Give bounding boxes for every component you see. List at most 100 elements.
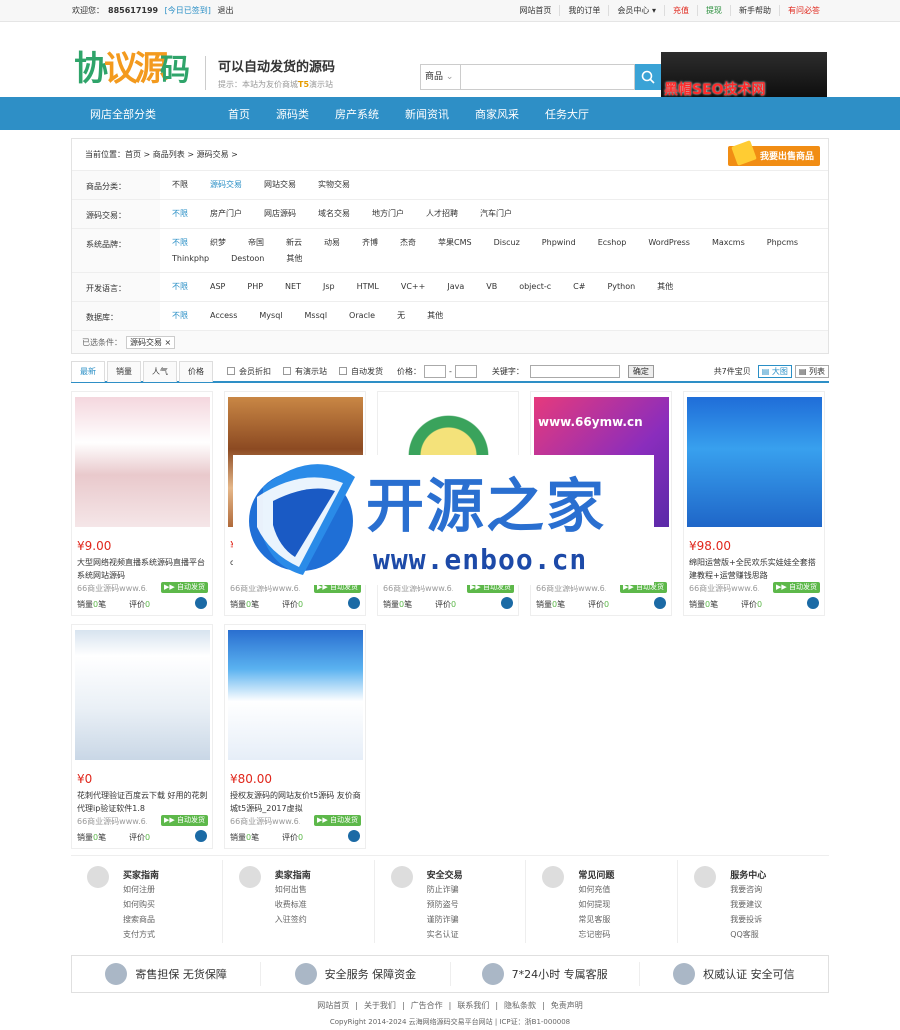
footer-link[interactable]: 网站首页: [317, 1001, 349, 1010]
all-categories[interactable]: 网店全部分类: [0, 106, 160, 122]
help-link[interactable]: 我要咨询: [730, 884, 762, 895]
filter-option[interactable]: Maxcms: [712, 235, 745, 251]
filter-option[interactable]: 不限: [172, 308, 188, 325]
qq-contact-icon[interactable]: [807, 597, 819, 609]
filter-option[interactable]: 不限: [172, 235, 188, 251]
filter-option[interactable]: NET: [285, 279, 301, 296]
footer-link[interactable]: 关于我们: [364, 1001, 396, 1010]
filter-option[interactable]: 网店源码: [264, 206, 296, 223]
qq-contact-icon[interactable]: [195, 830, 207, 842]
product-shop[interactable]: 66商业源码www.6...: [689, 583, 759, 594]
view-list-button[interactable]: ▤ 列表: [794, 364, 829, 378]
member-discount-checkbox[interactable]: 会员折扣: [227, 366, 271, 377]
product-image[interactable]: [228, 630, 363, 760]
product-title[interactable]: 花刺代理验证百度云下载 好用的花刺代理ip验证软件1.8: [77, 789, 209, 815]
price-min-input[interactable]: [424, 364, 446, 378]
filter-option[interactable]: 域名交易: [318, 206, 350, 223]
product-card[interactable]: ¥9.00 大型网络视频直播系统源码直播平台系统网站源码 66商业源码www.6..…: [71, 391, 213, 616]
help-link[interactable]: 支付方式: [123, 929, 155, 940]
filter-option[interactable]: 其他: [657, 279, 673, 296]
footer-link[interactable]: 联系我们: [457, 1001, 489, 1010]
filter-option[interactable]: Destoon: [231, 251, 264, 267]
help-link[interactable]: 如何充值: [578, 884, 610, 895]
product-title[interactable]: 绵阳运营版+全民欢乐实娃娃全套搭建教程+运营赚钱思路: [689, 556, 821, 582]
help-link[interactable]: 我要建议: [730, 899, 762, 910]
filter-option[interactable]: 不限: [172, 177, 188, 194]
help-link[interactable]: 我要投诉: [730, 914, 762, 925]
help-link[interactable]: 如何购买: [123, 899, 155, 910]
footer-link[interactable]: 免责声明: [551, 1001, 583, 1010]
filter-option[interactable]: Thinkphp: [172, 251, 209, 267]
filter-option[interactable]: 齐博: [362, 235, 378, 251]
filter-option[interactable]: ASP: [210, 279, 225, 296]
sort-newest[interactable]: 最新: [71, 360, 105, 382]
filter-option[interactable]: Discuz: [494, 235, 520, 251]
help-link[interactable]: 实名认证: [427, 929, 459, 940]
help-link[interactable]: 常见客服: [578, 914, 610, 925]
nav-news[interactable]: 新闻资讯: [405, 106, 449, 122]
filter-option[interactable]: WordPress: [648, 235, 690, 251]
filter-option[interactable]: Python: [607, 279, 635, 296]
product-image[interactable]: [75, 630, 210, 760]
qq-contact-icon[interactable]: [654, 597, 666, 609]
top-link-member[interactable]: 会员中心 ▾: [608, 5, 664, 16]
product-title[interactable]: 授权友源码的网站友价t5源码 友价商城t5源码_2017虚拟: [230, 789, 362, 815]
filter-option[interactable]: Ecshop: [598, 235, 627, 251]
filter-option[interactable]: Java: [447, 279, 464, 296]
help-link[interactable]: 收费标准: [275, 899, 307, 910]
help-link[interactable]: 如何提现: [578, 899, 610, 910]
footer-link[interactable]: 隐私条款: [504, 1001, 536, 1010]
filter-option[interactable]: Oracle: [349, 308, 375, 325]
sort-popularity[interactable]: 人气: [143, 360, 177, 382]
selected-tag[interactable]: 源码交易 ×: [126, 335, 176, 349]
filter-option[interactable]: 实物交易: [318, 177, 350, 194]
banner-ad[interactable]: 黑帽SEO技术网: [661, 52, 827, 103]
checkin-link[interactable]: [今日已签到]: [165, 6, 211, 15]
filter-option[interactable]: 房产门户: [210, 206, 242, 223]
help-link[interactable]: 防止诈骗: [427, 884, 459, 895]
confirm-button[interactable]: 确定: [627, 364, 654, 378]
filter-option[interactable]: Mysql: [259, 308, 282, 325]
filter-option[interactable]: 新云: [286, 235, 302, 251]
nav-home[interactable]: 首页: [228, 106, 250, 122]
filter-option[interactable]: 动易: [324, 235, 340, 251]
help-link[interactable]: QQ客服: [730, 929, 759, 940]
filter-option[interactable]: Phpcms: [767, 235, 798, 251]
search-button[interactable]: [635, 64, 661, 90]
view-big-button[interactable]: ▤ 大图: [757, 364, 792, 378]
help-link[interactable]: 如何注册: [123, 884, 155, 895]
filter-option[interactable]: 汽车门户: [480, 206, 512, 223]
filter-option[interactable]: 人才招聘: [426, 206, 458, 223]
top-link-help[interactable]: 新手帮助: [730, 5, 779, 16]
sort-price[interactable]: 价格: [179, 360, 213, 382]
filter-option[interactable]: 其他: [286, 251, 302, 267]
filter-option[interactable]: Phpwind: [542, 235, 576, 251]
filter-option[interactable]: 地方门户: [372, 206, 404, 223]
filter-option[interactable]: 帝国: [248, 235, 264, 251]
product-title[interactable]: 大型网络视频直播系统源码直播平台系统网站源码: [77, 556, 209, 582]
filter-option[interactable]: 织梦: [210, 235, 226, 251]
nav-tasks[interactable]: 任务大厅: [545, 106, 589, 122]
search-input[interactable]: [460, 64, 635, 90]
site-logo[interactable]: 协 议 源 码: [72, 36, 190, 94]
qq-contact-icon[interactable]: [348, 830, 360, 842]
user-id[interactable]: 885617199: [108, 6, 158, 15]
filter-option[interactable]: 苹果CMS: [438, 235, 472, 251]
sort-sales[interactable]: 销量: [107, 360, 141, 382]
top-link-withdraw[interactable]: 提现: [697, 5, 730, 16]
top-link-recharge[interactable]: 充值: [664, 5, 697, 16]
top-link-home[interactable]: 网站首页: [511, 5, 559, 16]
demo-site-checkbox[interactable]: 有演示站: [283, 366, 327, 377]
product-image[interactable]: [75, 397, 210, 527]
product-card[interactable]: ¥80.00 授权友源码的网站友价t5源码 友价商城t5源码_2017虚拟 66商业…: [224, 624, 366, 849]
product-card[interactable]: ¥0 花刺代理验证百度云下载 好用的花刺代理ip验证软件1.8 66商业源码www.…: [71, 624, 213, 849]
filter-option[interactable]: 其他: [427, 308, 443, 325]
filter-option[interactable]: 不限: [172, 206, 188, 223]
product-card[interactable]: ¥98.00 绵阳运营版+全民欢乐实娃娃全套搭建教程+运营赚钱思路 66商业源码ww…: [683, 391, 825, 616]
filter-option[interactable]: 网站交易: [264, 177, 296, 194]
auto-delivery-checkbox[interactable]: 自动发货: [339, 366, 383, 377]
product-shop[interactable]: 66商业源码www.6...: [77, 583, 147, 594]
filter-option[interactable]: VB: [486, 279, 497, 296]
logout-link[interactable]: 退出: [217, 6, 233, 15]
help-link[interactable]: 预防盗号: [427, 899, 459, 910]
